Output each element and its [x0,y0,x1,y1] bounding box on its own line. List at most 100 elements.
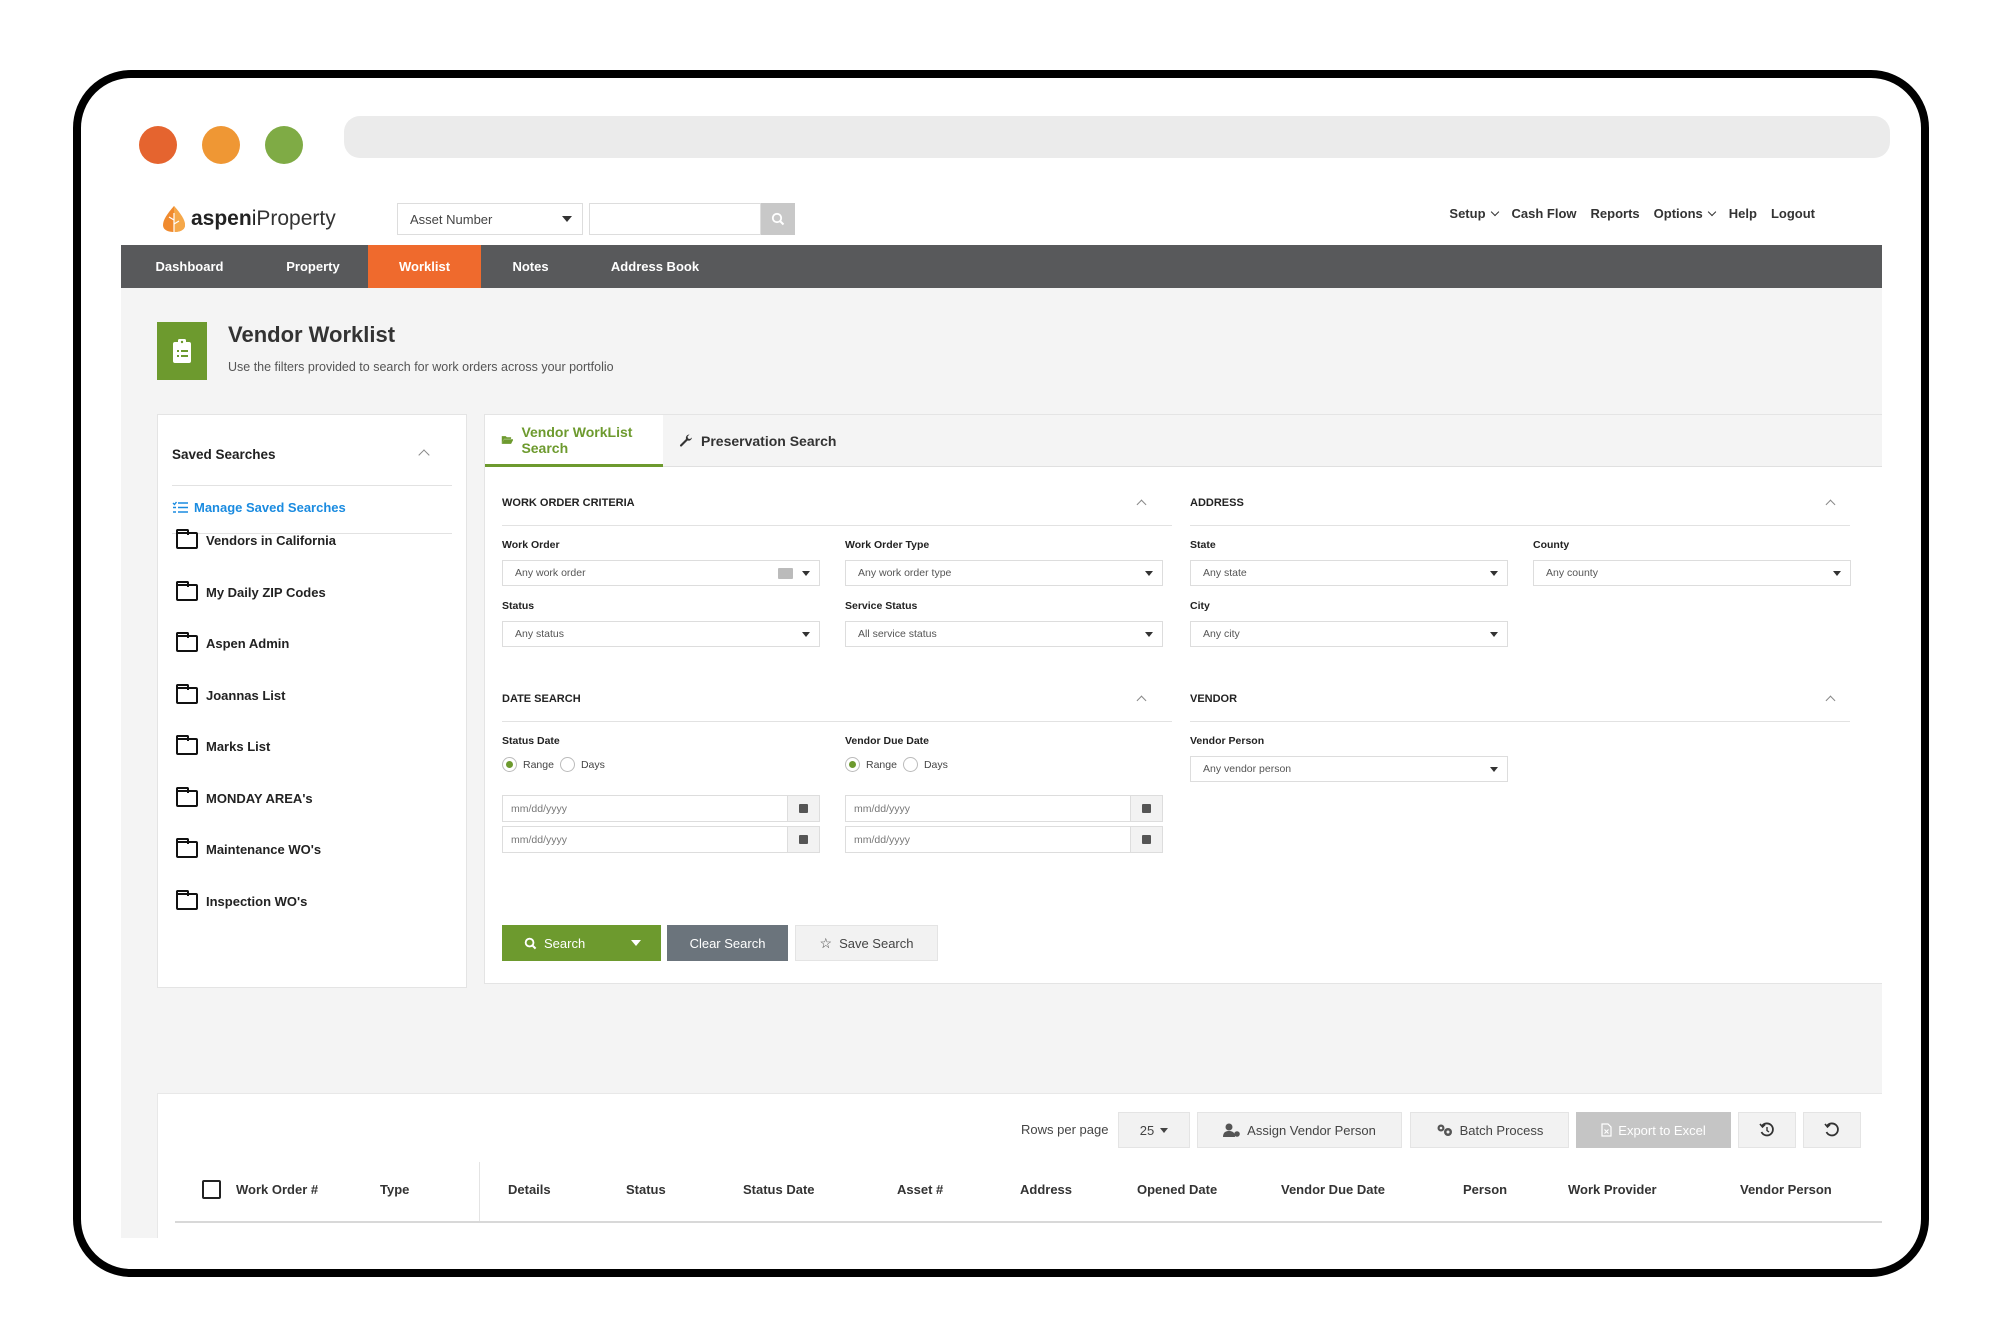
history-button[interactable] [1738,1112,1796,1148]
assign-vendor-person-button[interactable]: Assign Vendor Person [1197,1112,1402,1148]
service-status-label: Service Status [845,600,918,612]
caret-down-icon [1490,632,1498,637]
export-to-excel-label: Export to Excel [1618,1122,1706,1138]
window-minimize-dot[interactable] [202,126,240,164]
vendor-due-date-days-radio[interactable] [902,757,918,772]
status-date-to-input[interactable]: mm/dd/yyyy [502,826,820,853]
nav-worklist[interactable]: Worklist [368,245,481,288]
reset-button[interactable] [1803,1112,1861,1148]
page-icon [157,322,207,380]
top-link-cash-flow[interactable]: Cash Flow [1512,206,1577,221]
wrench-icon [679,434,692,447]
header-search-button[interactable] [761,203,795,235]
column-header[interactable]: Status Date [743,1182,815,1197]
collapse-saved-searches-icon[interactable] [418,449,430,461]
calendar-button[interactable] [787,796,819,821]
collapse-address-icon[interactable] [1825,499,1836,510]
saved-search-item[interactable]: Marks List [176,735,270,755]
search-options-caret-icon[interactable] [631,940,641,946]
collapse-work-order-criteria-icon[interactable] [1136,499,1147,510]
search-type-select[interactable]: Asset Number [397,203,583,235]
date-placeholder: mm/dd/yyyy [511,802,568,815]
window-close-dot[interactable] [139,126,177,164]
collapse-vendor-icon[interactable] [1825,695,1836,706]
vendor-person-label: Vendor Person [1190,735,1265,747]
top-link-help[interactable]: Help [1729,206,1757,221]
status-select[interactable]: Any status [502,621,820,647]
saved-search-label: Aspen Admin [206,636,290,651]
caret-down-icon [1490,767,1498,772]
caret-down-icon [1490,571,1498,576]
column-header[interactable]: Asset # [897,1182,943,1197]
status-date-range-radio[interactable] [502,757,517,772]
radio-label: Range [523,758,554,771]
caret-down-icon [1145,571,1153,576]
city-select[interactable]: Any city [1190,621,1508,647]
county-select[interactable]: Any county [1533,560,1851,586]
calendar-button[interactable] [1130,827,1162,852]
status-date-days-radio[interactable] [559,757,575,772]
tab-preservation-search[interactable]: Preservation Search [663,415,852,467]
county-label: County [1533,539,1570,551]
top-link-setup[interactable]: Setup [1449,206,1499,221]
header-search-input[interactable] [589,203,761,235]
logo[interactable]: aspeniProperty [161,205,336,233]
column-header[interactable]: Status [626,1182,666,1197]
top-link-options[interactable]: Options [1654,206,1717,221]
id-card-icon[interactable] [778,568,793,579]
batch-process-button[interactable]: Batch Process [1410,1112,1569,1148]
vendor-due-date-to-input[interactable]: mm/dd/yyyy [845,826,1163,853]
save-search-button[interactable]: ☆ Save Search [795,925,938,961]
window-maximize-dot[interactable] [265,126,303,164]
column-header[interactable]: Work Provider [1568,1182,1657,1197]
nav-property[interactable]: Property [258,245,368,288]
calendar-button[interactable] [1130,796,1162,821]
column-header[interactable]: Vendor Due Date [1281,1182,1385,1197]
tab-vendor-worklist-search[interactable]: Vendor WorkList Search [485,415,663,467]
service-status-select[interactable]: All service status [845,621,1163,647]
tab-label: Vendor WorkList Search [521,423,633,456]
column-header[interactable]: Work Order # [236,1182,318,1197]
vendor-person-select[interactable]: Any vendor person [1190,756,1508,782]
list-check-icon [172,501,188,513]
rows-per-page-select[interactable]: 25 [1118,1112,1190,1148]
search-button[interactable]: Search [502,925,661,961]
calendar-button[interactable] [787,827,819,852]
rows-per-page-value: 25 [1139,1122,1155,1138]
state-select[interactable]: Any state [1190,560,1508,586]
top-link-logout[interactable]: Logout [1771,206,1815,221]
column-header[interactable]: Vendor Person [1740,1182,1832,1197]
select-all-checkbox[interactable] [202,1180,221,1199]
tab-label: Preservation Search [701,433,837,449]
nav-address-book[interactable]: Address Book [580,245,730,288]
nav-dashboard[interactable]: Dashboard [121,245,258,288]
saved-search-item[interactable]: Joannas List [176,683,285,704]
file-excel-icon [1601,1123,1612,1137]
work-order-type-select[interactable]: Any work order type [845,560,1163,586]
folder-icon [176,735,198,755]
manage-saved-searches-link[interactable]: Manage Saved Searches [172,500,346,515]
saved-search-item[interactable]: My Daily ZIP Codes [176,580,326,601]
column-header[interactable]: Person [1463,1182,1507,1197]
column-header[interactable]: Address [1020,1182,1072,1197]
nav-notes[interactable]: Notes [481,245,580,288]
vendor-due-date-range-radio[interactable] [845,757,860,772]
work-order-select[interactable]: Any work order [502,560,820,586]
saved-search-item[interactable]: Aspen Admin [176,632,290,652]
address-bar[interactable] [344,116,1890,158]
saved-search-item[interactable]: Inspection WO's [176,889,307,910]
saved-search-item[interactable]: Vendors in California [176,529,336,549]
column-header[interactable]: Type [380,1182,409,1197]
top-link-reports[interactable]: Reports [1591,206,1640,221]
column-header[interactable]: Opened Date [1137,1182,1217,1197]
status-date-from-input[interactable]: mm/dd/yyyy [502,795,820,822]
vendor-due-date-from-input[interactable]: mm/dd/yyyy [845,795,1163,822]
clear-search-button[interactable]: Clear Search [667,925,788,961]
saved-search-item[interactable]: MONDAY AREA's [176,786,313,807]
collapse-date-search-icon[interactable] [1136,695,1147,706]
saved-search-item[interactable]: Maintenance WO's [176,838,321,858]
clipboard-list-icon [173,339,191,363]
column-header[interactable]: Details [508,1182,551,1197]
export-to-excel-button[interactable]: Export to Excel [1576,1112,1731,1148]
caret-down-icon [562,216,572,222]
